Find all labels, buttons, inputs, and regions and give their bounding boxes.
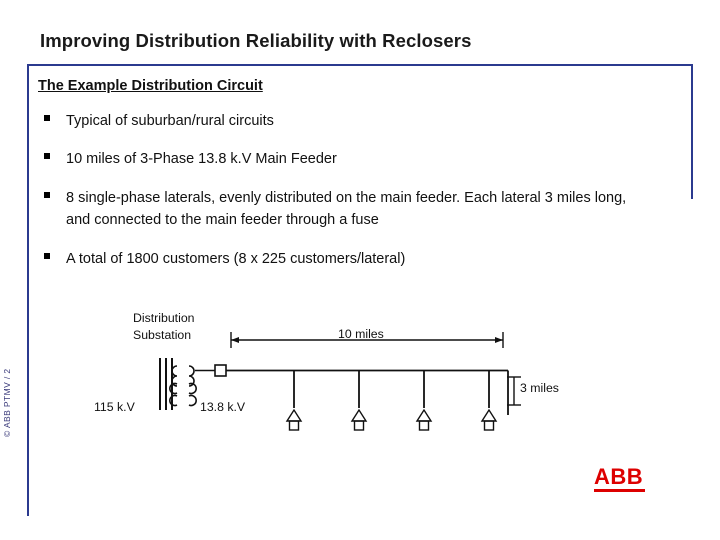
lateral-span-label: 3 miles xyxy=(520,381,559,395)
abb-logo: ABB xyxy=(594,464,644,489)
bullet-marker-icon xyxy=(44,115,50,121)
circuit-breaker-icon xyxy=(214,364,227,377)
lateral-load-icons xyxy=(285,408,498,431)
substation-label: Distribution Substation xyxy=(133,311,195,342)
frame-right-border xyxy=(691,64,693,199)
transformer-windings-icon xyxy=(169,365,197,407)
bullet-marker-icon xyxy=(44,191,50,198)
main-span-label: 10 miles xyxy=(338,327,384,341)
bullet-marker-icon xyxy=(44,153,50,160)
feeder-voltage-label: 13.8 k.V xyxy=(200,400,246,414)
bullet-marker-icon xyxy=(44,252,50,259)
copyright-code: © ABB PTMV / 2 xyxy=(2,368,12,437)
page-title: Improving Distribution Reliability with … xyxy=(40,30,472,51)
list-item: 10 miles of 3-Phase 13.8 k.V Main Feeder xyxy=(38,148,638,170)
list-item: 8 single-phase laterals, evenly distribu… xyxy=(38,187,638,232)
circuit-diagram-svg xyxy=(159,332,521,431)
list-item: A total of 1800 customers (8 x 225 custo… xyxy=(38,248,638,270)
bullet-list: Typical of suburban/rural circuits 10 mi… xyxy=(38,110,638,286)
list-item: Typical of suburban/rural circuits xyxy=(38,110,638,132)
frame-top-border xyxy=(27,64,693,66)
list-item-label: 10 miles of 3-Phase 13.8 k.V Main Feeder xyxy=(66,151,337,168)
section-subheading: The Example Distribution Circuit xyxy=(38,78,263,94)
list-item-label: A total of 1800 customers (8 x 225 custo… xyxy=(66,250,406,267)
slide-canvas: Improving Distribution Reliability with … xyxy=(0,0,720,540)
circuit-diagram: Distribution Substation 10 miles 3 miles… xyxy=(0,300,720,460)
list-item-label: 8 single-phase laterals, evenly distribu… xyxy=(66,189,627,229)
list-item-label: Typical of suburban/rural circuits xyxy=(66,113,274,129)
lateral-span-dimension xyxy=(507,376,521,406)
source-voltage-label: 115 k.V xyxy=(94,400,135,414)
lateral-branches xyxy=(293,370,490,408)
abb-logo-underline xyxy=(594,489,645,492)
